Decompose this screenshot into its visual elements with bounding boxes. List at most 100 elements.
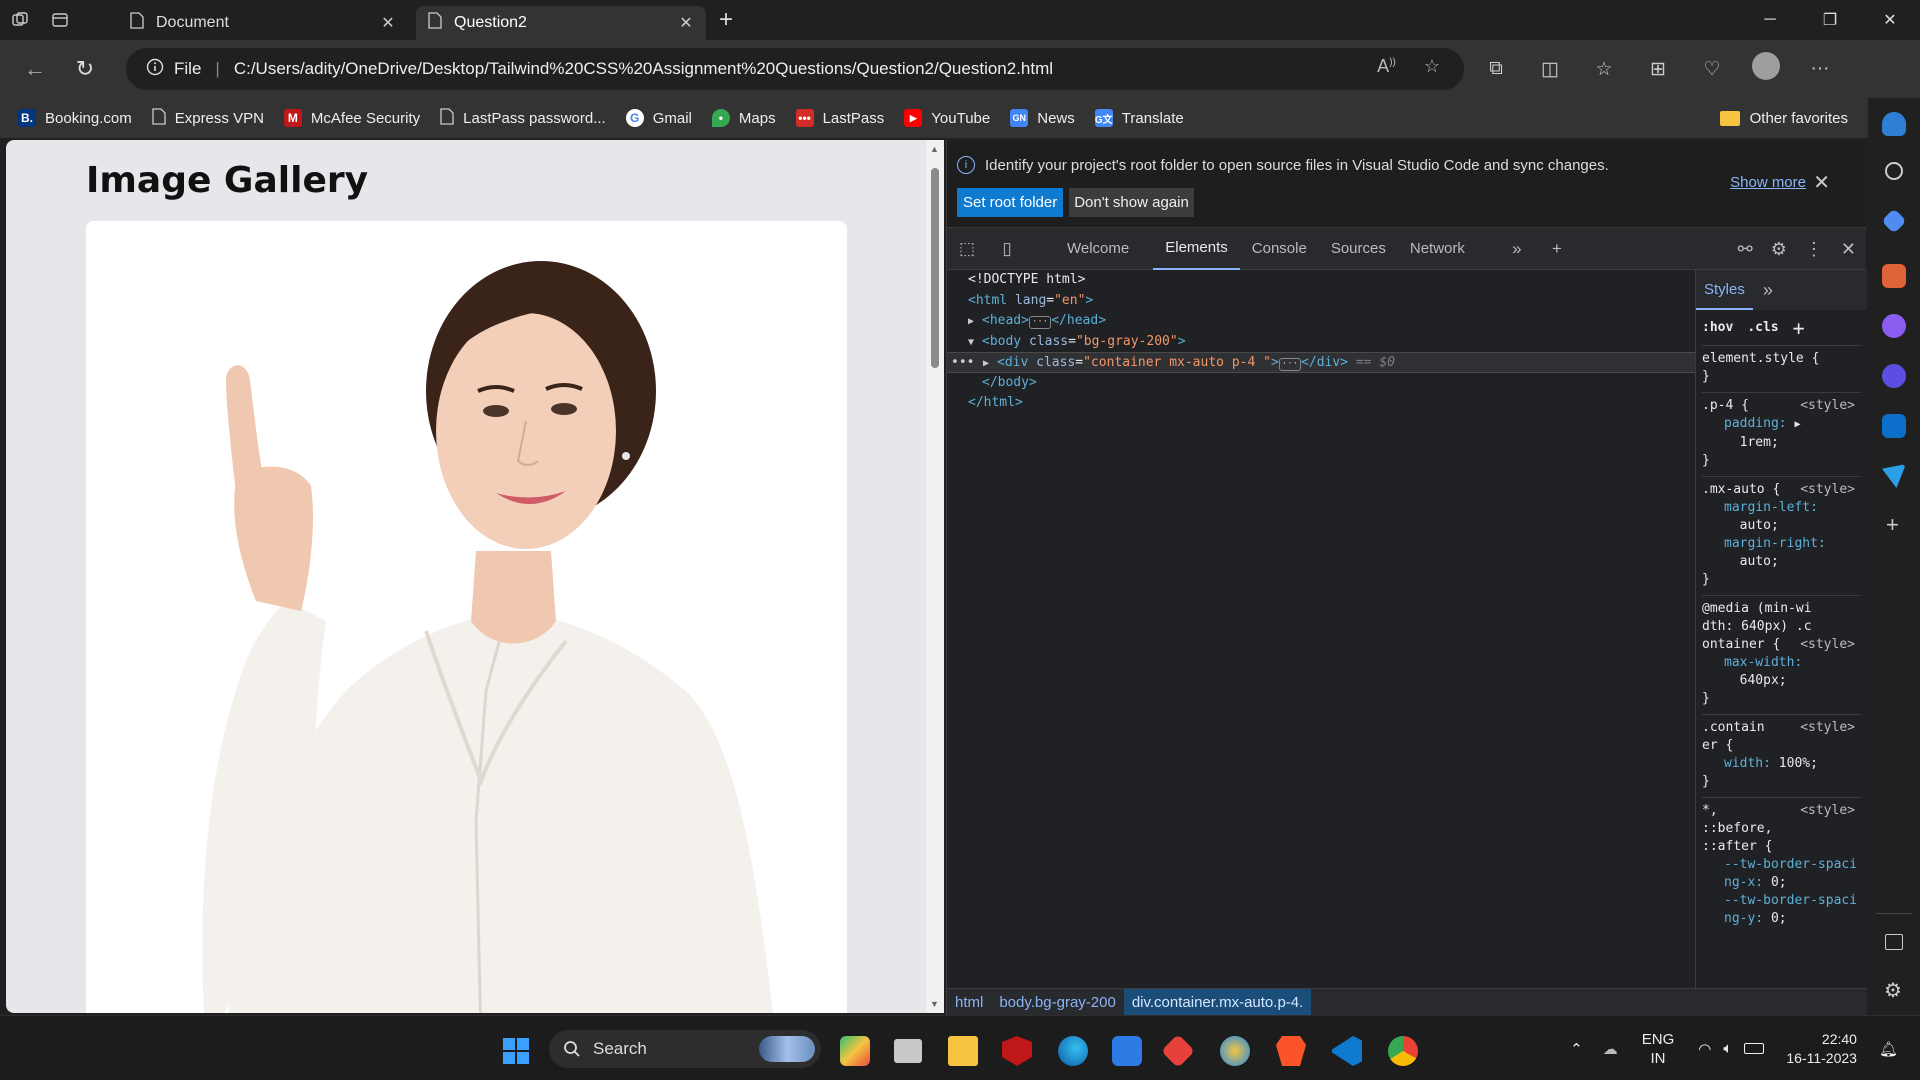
expand-arrow-icon[interactable]: ▶ xyxy=(983,354,997,375)
favorite-maps[interactable]: • Maps xyxy=(711,109,776,127)
hide-sidebar-icon[interactable] xyxy=(1885,934,1903,950)
tab-actions-icon[interactable] xyxy=(40,0,80,40)
browser-essentials-icon[interactable]: ♡ xyxy=(1696,58,1728,81)
more-options-icon[interactable]: ⋮ xyxy=(1805,239,1823,260)
dont-show-again-button[interactable]: Don't show again xyxy=(1069,188,1194,217)
refresh-icon[interactable]: ↻ xyxy=(60,49,110,89)
favorite-lastpass[interactable]: ••• LastPass xyxy=(795,109,884,127)
more-menu-icon[interactable]: ··· xyxy=(1804,58,1836,80)
dom-node-head[interactable]: ▶ <head> ··· </head> xyxy=(947,311,1695,332)
css-property[interactable]: padding: ▶ 1rem; xyxy=(1702,415,1861,452)
info-icon[interactable] xyxy=(146,58,164,81)
close-tab-icon[interactable]: ✕ xyxy=(678,13,694,33)
css-property[interactable]: --tw-border-spacing-x: 0; xyxy=(1702,856,1861,892)
clock[interactable]: 22:40 16-11-2023 xyxy=(1786,1030,1857,1068)
dom-node-html[interactable]: <html lang="en"> xyxy=(947,291,1695,312)
read-aloud-icon[interactable]: A)) xyxy=(1377,56,1396,77)
css-property[interactable]: --tw-border-spacing-y: 0; xyxy=(1702,892,1861,928)
scroll-up-arrow-icon[interactable]: ▲ xyxy=(930,144,939,154)
add-rule-icon[interactable]: + xyxy=(1793,316,1805,340)
favorite-lastpass-password[interactable]: LastPass password... xyxy=(440,107,606,129)
new-tab-button[interactable]: + xyxy=(706,6,746,34)
expand-arrow-icon[interactable]: ▶ xyxy=(1794,419,1800,430)
favorite-gmail[interactable]: G Gmail xyxy=(625,109,692,127)
more-tabs-icon[interactable]: » xyxy=(1497,239,1537,259)
wifi-icon[interactable]: ◠ xyxy=(1698,1040,1711,1058)
scroll-down-arrow-icon[interactable]: ▼ xyxy=(930,999,939,1009)
collapsed-ellipsis-icon[interactable]: ··· xyxy=(1278,358,1302,371)
hover-state-toggle[interactable]: :hov xyxy=(1702,320,1733,335)
breadcrumb-body[interactable]: body.bg-gray-200 xyxy=(991,989,1123,1016)
brave-browser-icon[interactable] xyxy=(1276,1036,1306,1066)
notification-bell-icon[interactable]: 🔔︎ xyxy=(1879,1040,1898,1058)
scrollbar-thumb[interactable] xyxy=(931,168,939,368)
close-window-icon[interactable]: ✕ xyxy=(1860,0,1920,40)
connections-icon[interactable]: ⚯ xyxy=(1738,239,1753,260)
favorite-translate[interactable]: G文 Translate xyxy=(1094,109,1184,127)
favorites-icon[interactable]: ☆ xyxy=(1588,58,1620,81)
style-rule[interactable]: <style> .container { width: 100%; } xyxy=(1702,715,1861,798)
dom-node-body[interactable]: ▼ <body class="bg-gray-200"> xyxy=(947,332,1695,353)
favorite-booking[interactable]: B. Booking.com xyxy=(18,109,132,127)
css-property[interactable]: width: 100%; xyxy=(1702,755,1861,773)
show-more-link[interactable]: Show more xyxy=(1730,174,1806,191)
app-diamond-icon[interactable] xyxy=(1161,1034,1195,1068)
tips-icon[interactable] xyxy=(1220,1036,1250,1066)
style-rule[interactable]: <style> @media (min-width: 640px) .conta… xyxy=(1702,596,1861,715)
task-view-icon[interactable] xyxy=(894,1039,922,1063)
drop-icon[interactable] xyxy=(1882,464,1906,488)
tools-icon[interactable] xyxy=(1882,264,1906,288)
favorite-news[interactable]: GN News xyxy=(1010,109,1075,127)
breadcrumb-html[interactable]: html xyxy=(947,989,991,1016)
favorite-mcafee[interactable]: M McAfee Security xyxy=(283,109,420,127)
expand-arrow-icon[interactable]: ▶ xyxy=(968,312,982,333)
collections-icon[interactable]: ⊞ xyxy=(1642,58,1674,81)
volume-icon[interactable]: 🔈︎ xyxy=(1723,1040,1732,1057)
row-menu-icon[interactable]: ••• xyxy=(951,353,983,374)
chrome-browser-icon[interactable] xyxy=(1388,1036,1418,1066)
more-panes-icon[interactable]: » xyxy=(1763,280,1773,301)
battery-icon[interactable] xyxy=(1744,1043,1765,1054)
add-app-icon[interactable]: + xyxy=(1886,512,1899,538)
copilot-preview-icon[interactable] xyxy=(840,1036,870,1066)
favorite-star-icon[interactable]: ☆ xyxy=(1424,56,1440,77)
style-rule[interactable]: <style> .p-4 { padding: ▶ 1rem; } xyxy=(1702,393,1861,477)
rule-source[interactable]: <style> xyxy=(1800,481,1855,499)
tab-question2[interactable]: Question2 ✕ xyxy=(416,6,706,40)
minimize-icon[interactable]: ─ xyxy=(1740,0,1800,40)
rule-source[interactable]: <style> xyxy=(1800,397,1855,415)
favorite-youtube[interactable]: ▶ YouTube xyxy=(904,109,990,127)
address-bar[interactable]: File | C:/Users/adity/OneDrive/Desktop/T… xyxy=(126,48,1464,90)
css-property[interactable]: margin-right: auto; xyxy=(1702,535,1861,571)
back-arrow-icon[interactable]: ← xyxy=(10,49,60,89)
other-favorites[interactable]: Other favorites xyxy=(1719,98,1848,138)
taskbar-search[interactable]: Search xyxy=(549,1030,821,1068)
dom-node-doctype[interactable]: <!DOCTYPE html> xyxy=(947,270,1695,291)
set-root-folder-button[interactable]: Set root folder xyxy=(957,188,1064,217)
profile-avatar[interactable] xyxy=(1750,52,1782,86)
microsoft-365-icon[interactable] xyxy=(1882,364,1906,388)
split-screen-icon[interactable]: ◫ xyxy=(1534,58,1566,81)
search-icon[interactable] xyxy=(1885,162,1903,180)
edge-browser-icon[interactable] xyxy=(1058,1036,1088,1066)
url-text[interactable]: C:/Users/adity/OneDrive/Desktop/Tailwind… xyxy=(234,59,1053,79)
style-rule[interactable]: <style> .mx-auto { margin-left: auto; ma… xyxy=(1702,477,1861,596)
tab-elements[interactable]: Elements xyxy=(1153,228,1240,270)
vscode-icon[interactable] xyxy=(1332,1036,1362,1066)
add-tab-icon[interactable]: + xyxy=(1537,239,1577,259)
close-devtools-icon[interactable]: ✕ xyxy=(1841,239,1856,260)
rule-source[interactable]: <style> xyxy=(1800,802,1855,820)
workspaces-icon[interactable] xyxy=(0,0,40,40)
shopping-tag-icon[interactable] xyxy=(1881,208,1907,234)
breadcrumb-div[interactable]: div.container.mx-auto.p-4. xyxy=(1123,988,1312,1016)
tab-sources[interactable]: Sources xyxy=(1319,228,1398,270)
tab-welcome[interactable]: Welcome xyxy=(1055,228,1141,270)
tab-document[interactable]: Document ✕ xyxy=(118,6,408,40)
rule-source[interactable]: <style> xyxy=(1800,636,1855,654)
extensions-icon[interactable]: ⧉ xyxy=(1480,58,1512,80)
device-emulation-icon[interactable]: ▯ xyxy=(987,239,1027,259)
css-property[interactable]: margin-left: auto; xyxy=(1702,499,1861,535)
favorite-expressvpn[interactable]: Express VPN xyxy=(152,107,264,129)
mcafee-icon[interactable] xyxy=(1002,1036,1032,1066)
restore-icon[interactable]: ❐ xyxy=(1800,0,1860,40)
